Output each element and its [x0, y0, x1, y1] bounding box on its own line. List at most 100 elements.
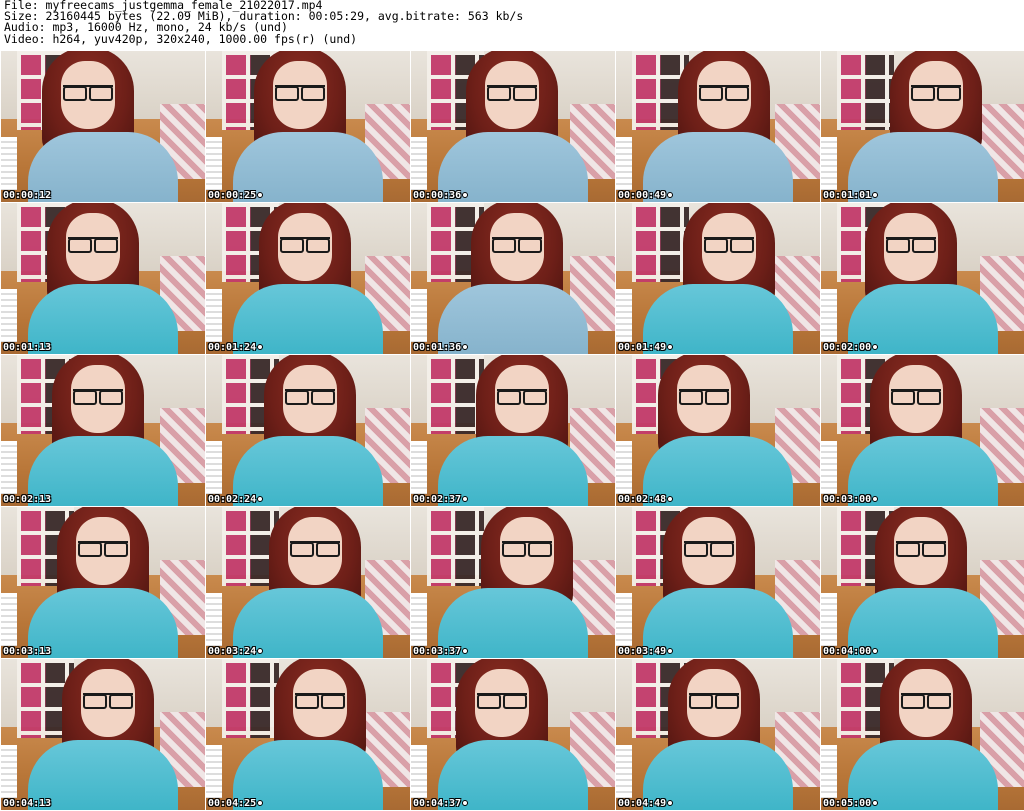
- glasses-icon: [684, 541, 734, 557]
- video-thumbnail: 00:01:49: [616, 203, 820, 354]
- timestamp-label: 00:04:25: [208, 798, 264, 809]
- video-thumbnail: 00:02:48: [616, 355, 820, 506]
- timestamp-text: 00:01:49: [618, 342, 667, 353]
- glasses-icon: [477, 693, 527, 709]
- laundry-basket: [821, 745, 838, 798]
- bookmark-dot-icon: [257, 344, 264, 350]
- laundry-basket: [206, 441, 223, 494]
- laundry-basket: [411, 137, 428, 190]
- shelf-unit: [632, 203, 690, 282]
- video-thumbnail: 00:02:37: [411, 355, 615, 506]
- timestamp-label: 00:04:00: [823, 646, 879, 657]
- timestamp-label: 00:02:37: [413, 494, 469, 505]
- glasses-icon: [285, 389, 335, 405]
- glasses-icon: [689, 693, 739, 709]
- laundry-basket: [616, 289, 633, 342]
- bookmark-dot-icon: [667, 344, 674, 350]
- timestamp-label: 00:01:01: [823, 190, 879, 201]
- video-thumbnail: 00:00:36: [411, 51, 615, 202]
- timestamp-label: 00:03:13: [3, 646, 51, 657]
- glasses-icon: [901, 693, 951, 709]
- timestamp-label: 00:01:49: [618, 342, 674, 353]
- video-thumbnail: 00:04:13: [1, 659, 205, 810]
- timestamp-label: 00:03:37: [413, 646, 469, 657]
- video-thumbnail: 00:03:13: [1, 507, 205, 658]
- timestamp-label: 00:02:24: [208, 494, 264, 505]
- timestamp-text: 00:00:49: [618, 190, 667, 201]
- laundry-basket: [411, 593, 428, 646]
- laundry-basket: [821, 137, 838, 190]
- timestamp-label: 00:02:13: [3, 494, 51, 505]
- shelf-unit: [222, 659, 280, 738]
- bookmark-dot-icon: [462, 192, 469, 198]
- video-info-line: Video: h264, yuv420p, 320x240, 1000.00 f…: [4, 31, 358, 46]
- glasses-icon: [295, 693, 345, 709]
- laundry-basket: [1, 593, 18, 646]
- timestamp-text: 00:03:13: [3, 646, 52, 657]
- glasses-icon: [679, 389, 729, 405]
- timestamp-label: 00:02:00: [823, 342, 879, 353]
- timestamp-label: 00:03:24: [208, 646, 264, 657]
- laundry-basket: [616, 745, 633, 798]
- timestamp-label: 00:04:49: [618, 798, 674, 809]
- bookmark-dot-icon: [462, 496, 469, 502]
- glasses-icon: [68, 237, 118, 253]
- timestamp-text: 00:03:37: [413, 646, 462, 657]
- video-thumbnail: 00:00:25: [206, 51, 410, 202]
- timestamp-label: 00:03:49: [618, 646, 674, 657]
- timestamp-text: 00:01:24: [208, 342, 257, 353]
- timestamp-text: 00:04:25: [208, 798, 257, 809]
- video-thumbnail: 00:04:00: [821, 507, 1024, 658]
- video-thumbnail: 00:00:12: [1, 51, 205, 202]
- bookmark-dot-icon: [872, 648, 879, 654]
- video-thumbnail: 00:01:24: [206, 203, 410, 354]
- bookmark-dot-icon: [257, 192, 264, 198]
- laundry-basket: [206, 745, 223, 798]
- laundry-basket: [616, 137, 633, 190]
- video-thumbnail: 00:03:00: [821, 355, 1024, 506]
- glasses-icon: [280, 237, 330, 253]
- timestamp-text: 00:00:25: [208, 190, 257, 201]
- video-thumbnail: 00:04:49: [616, 659, 820, 810]
- laundry-basket: [821, 441, 838, 494]
- bookmark-dot-icon: [872, 800, 879, 806]
- glasses-icon: [704, 237, 754, 253]
- glasses-icon: [83, 693, 133, 709]
- thumbnail-grid: 00:00:12 00:00:25 00:00:36 00:00:49 00:01:01…: [0, 51, 1024, 811]
- timestamp-text: 00:04:00: [823, 646, 872, 657]
- video-thumbnail: 00:02:24: [206, 355, 410, 506]
- bookmark-dot-icon: [462, 344, 469, 350]
- timestamp-label: 00:05:00: [823, 798, 879, 809]
- timestamp-label: 00:01:24: [208, 342, 264, 353]
- timestamp-text: 00:04:37: [413, 798, 462, 809]
- glasses-icon: [502, 541, 552, 557]
- shelf-unit: [427, 507, 485, 586]
- bookmark-dot-icon: [872, 192, 879, 198]
- video-thumbnail: 00:02:13: [1, 355, 205, 506]
- bookmark-dot-icon: [257, 496, 264, 502]
- laundry-basket: [206, 593, 223, 646]
- laundry-basket: [616, 441, 633, 494]
- timestamp-text: 00:02:24: [208, 494, 257, 505]
- bookmark-dot-icon: [462, 800, 469, 806]
- timestamp-text: 00:03:00: [823, 494, 872, 505]
- bookmark-dot-icon: [872, 496, 879, 502]
- timestamp-text: 00:03:24: [208, 646, 257, 657]
- glasses-icon: [497, 389, 547, 405]
- timestamp-text: 00:04:13: [3, 798, 52, 809]
- bookmark-dot-icon: [667, 192, 674, 198]
- timestamp-label: 00:03:00: [823, 494, 879, 505]
- bookmark-dot-icon: [667, 496, 674, 502]
- timestamp-label: 00:04:13: [3, 798, 51, 809]
- laundry-basket: [411, 289, 428, 342]
- bookmark-dot-icon: [872, 344, 879, 350]
- video-thumbnail: 00:01:01: [821, 51, 1024, 202]
- laundry-basket: [1, 441, 18, 494]
- timestamp-text: 00:02:00: [823, 342, 872, 353]
- timestamp-label: 00:01:36: [413, 342, 469, 353]
- laundry-basket: [616, 593, 633, 646]
- glasses-icon: [487, 85, 537, 101]
- glasses-icon: [896, 541, 946, 557]
- glasses-icon: [78, 541, 128, 557]
- timestamp-text: 00:04:49: [618, 798, 667, 809]
